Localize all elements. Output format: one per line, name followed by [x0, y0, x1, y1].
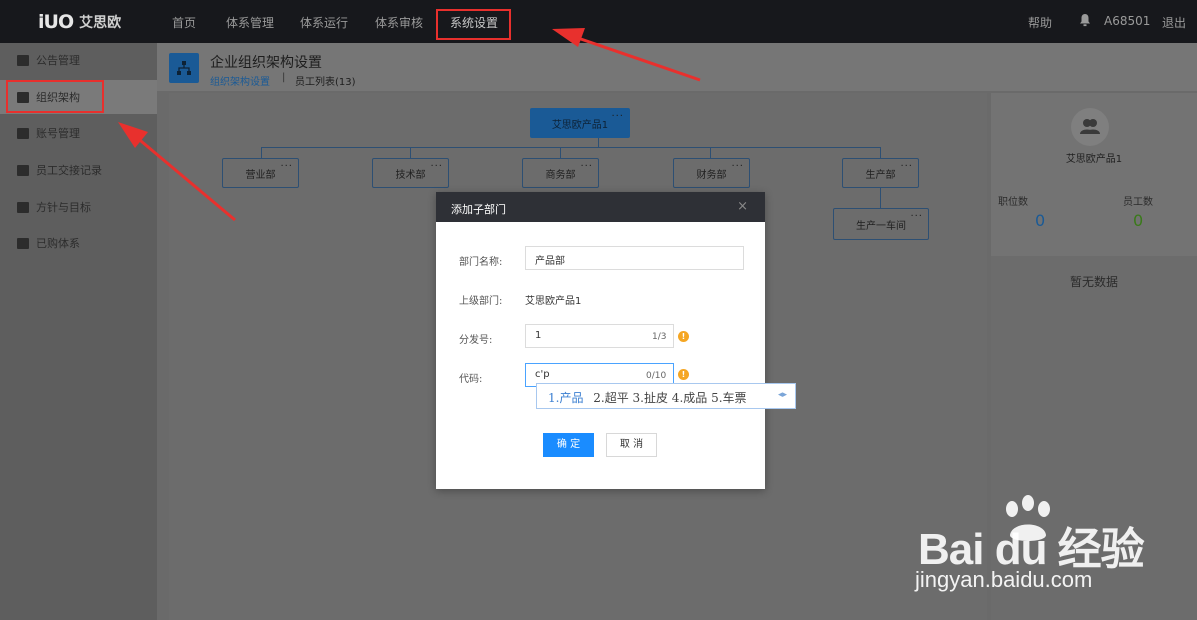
ime-page-arrows-icon[interactable]: ◂▸ — [778, 390, 787, 400]
connector-line — [261, 147, 880, 148]
top-navbar: iUO 艾思欧 首页 体系管理 体系运行 体系审核 系统设置 帮助 A68501… — [0, 0, 1197, 43]
megaphone-icon — [17, 54, 29, 66]
nav-system-management[interactable]: 体系管理 — [226, 14, 274, 31]
connector-line — [560, 147, 561, 158]
info-icon[interactable]: ! — [678, 369, 689, 380]
sidebar-item-announcements[interactable]: 公告管理 — [0, 43, 157, 77]
more-icon[interactable]: ··· — [430, 161, 443, 172]
parent-dept-value: 艾思欧产品1 — [525, 296, 582, 307]
logout-link[interactable]: 退出 — [1162, 14, 1186, 31]
page-header: 企业组织架构设置 组织架构设置 | 员工列表(13) — [157, 43, 1197, 91]
more-icon[interactable]: ··· — [611, 111, 624, 122]
staff-label: 员工数 — [1123, 197, 1153, 208]
nav-system-audit[interactable]: 体系审核 — [375, 14, 423, 31]
org-node-production[interactable]: 生产部 ··· — [842, 158, 919, 188]
more-icon[interactable]: ··· — [280, 161, 293, 172]
sidebar-item-handover[interactable]: 员工交接记录 — [0, 153, 157, 187]
org-node-label: 财务部 — [696, 169, 727, 181]
ime-candidate-selected[interactable]: 1.产品 — [548, 391, 583, 405]
org-chart-icon — [169, 53, 199, 83]
sidebar-item-purchased[interactable]: 已购体系 — [0, 226, 157, 260]
order-label: 分发号: — [459, 335, 493, 346]
sidebar-item-label: 账号管理 — [36, 127, 80, 140]
positions-count: 0 — [1035, 211, 1046, 230]
dept-name-input[interactable]: 产品部 — [525, 246, 744, 270]
nav-home[interactable]: 首页 — [172, 14, 196, 31]
user-account[interactable]: A68501 — [1104, 14, 1150, 28]
nav-system-operation[interactable]: 体系运行 — [300, 14, 348, 31]
org-node-label: 商务部 — [545, 169, 576, 181]
empty-state: 暂无数据 — [1069, 275, 1118, 289]
connector-line — [710, 147, 711, 158]
connector-line — [410, 147, 411, 158]
cancel-button[interactable]: 取 消 — [606, 433, 657, 457]
dialog-title: 添加子部门 — [451, 203, 506, 216]
more-icon[interactable]: ··· — [580, 161, 593, 172]
connector-line — [880, 147, 881, 158]
code-char-count: 0/10 — [646, 371, 667, 381]
ime-candidates[interactable]: 2.超平 3.扯皮 4.成品 5.车票 — [593, 391, 746, 405]
bag-icon — [17, 237, 29, 249]
order-char-count: 1/3 — [652, 332, 667, 342]
dept-summary: 艾思欧产品1 职位数 员工数 0 0 — [991, 93, 1197, 256]
logo[interactable]: iUO 艾思欧 — [38, 11, 121, 33]
tab-employee-list[interactable]: 员工列表(13) — [295, 73, 356, 88]
add-subdept-dialog: 添加子部门 × 部门名称: 产品部 上级部门: 艾思欧产品1 分发号: 1 1/… — [436, 192, 765, 489]
edit-icon — [17, 164, 29, 176]
positions-label: 职位数 — [998, 197, 1028, 208]
org-node-label: 技术部 — [395, 169, 426, 181]
sidebar-item-label: 员工交接记录 — [36, 164, 102, 177]
help-link[interactable]: 帮助 — [1028, 14, 1052, 31]
confirm-button[interactable]: 确 定 — [543, 433, 594, 457]
dialog-header: 添加子部门 × — [436, 192, 765, 222]
org-node-finance[interactable]: 财务部 ··· — [673, 158, 750, 188]
page-title: 企业组织架构设置 — [210, 55, 322, 71]
org-node-tech[interactable]: 技术部 ··· — [372, 158, 449, 188]
watermark: Bai du 经验 jingyan.baidu.com — [912, 495, 1192, 615]
users-icon — [1080, 119, 1100, 134]
ime-candidate-bar[interactable]: 1.产品 2.超平 3.扯皮 4.成品 5.车票 ◂▸ — [536, 383, 796, 409]
staff-count: 0 — [1133, 211, 1144, 230]
sidebar-item-label: 公告管理 — [36, 54, 80, 67]
org-node-sales[interactable]: 营业部 ··· — [222, 158, 299, 188]
org-node-root[interactable]: 艾思欧产品1 ··· — [530, 108, 630, 138]
annotation-box-org — [6, 80, 104, 113]
watermark-url: jingyan.baidu.com — [915, 567, 1093, 592]
close-icon[interactable]: × — [737, 199, 748, 214]
org-node-workshop[interactable]: 生产一车间 ··· — [833, 208, 929, 240]
info-icon[interactable]: ! — [678, 331, 689, 342]
sidebar-item-label: 方针与目标 — [36, 201, 91, 214]
org-node-label: 艾思欧产品1 — [551, 119, 609, 131]
sidebar: 公告管理 组织架构 账号管理 员工交接记录 方针与目标 已购体系 — [0, 43, 157, 620]
bell-icon[interactable] — [1079, 13, 1091, 27]
tab-org-settings[interactable]: 组织架构设置 — [210, 73, 270, 88]
code-label: 代码: — [459, 374, 483, 385]
org-node-label: 生产一车间 — [856, 220, 906, 232]
id-card-icon — [17, 127, 29, 139]
document-icon — [17, 201, 29, 213]
connector-line — [261, 147, 262, 158]
dept-name-label: 部门名称: — [459, 257, 503, 268]
connector-line — [598, 138, 599, 147]
annotation-box-settings — [436, 9, 511, 40]
sidebar-item-accounts[interactable]: 账号管理 — [0, 116, 157, 150]
more-icon[interactable]: ··· — [731, 161, 744, 172]
org-node-label: 营业部 — [245, 169, 276, 181]
connector-line — [880, 188, 881, 208]
more-icon[interactable]: ··· — [900, 161, 913, 172]
crumb-separator: | — [282, 72, 286, 83]
more-icon[interactable]: ··· — [910, 211, 923, 222]
sidebar-item-label: 已购体系 — [36, 237, 80, 250]
parent-dept-label: 上级部门: — [459, 296, 503, 307]
dept-name: 艾思欧产品1 — [1065, 154, 1123, 165]
org-node-label: 生产部 — [865, 169, 896, 181]
org-node-business[interactable]: 商务部 ··· — [522, 158, 599, 188]
avatar — [1071, 108, 1109, 146]
logo-text: 艾思欧 — [79, 15, 122, 31]
logo-mark: iUO — [38, 11, 74, 33]
sidebar-item-policy[interactable]: 方针与目标 — [0, 190, 157, 224]
